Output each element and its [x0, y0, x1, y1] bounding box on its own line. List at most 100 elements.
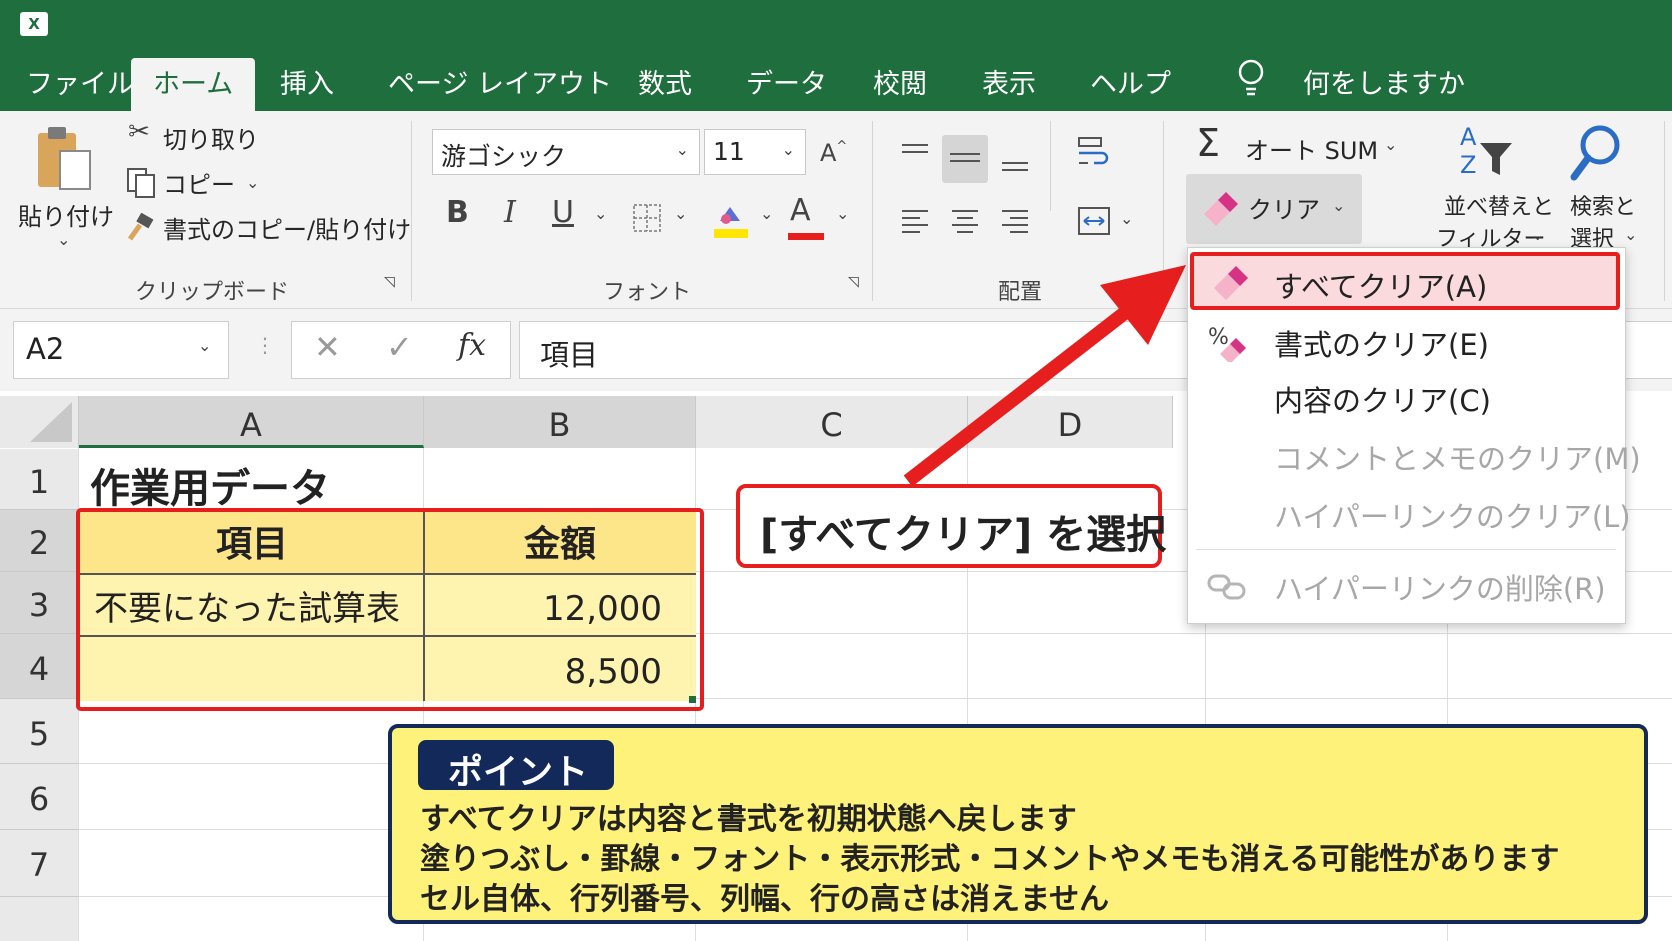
menu-item-clear-contents[interactable]: 内容のクリア(C) [1188, 370, 1625, 428]
tab-home[interactable]: ホーム [131, 58, 256, 111]
svg-text:A: A [1460, 123, 1477, 151]
tab-view[interactable]: 表示 [982, 58, 1036, 111]
format-painter-button[interactable]: 書式のコピー/貼り付け [163, 210, 411, 245]
font-name-combo[interactable]: 游ゴシック ⌄ [432, 129, 700, 175]
autosum-button[interactable]: オート SUM [1245, 131, 1378, 166]
font-color-swatch [788, 233, 824, 240]
sort-filter-chevron-icon[interactable]: ⌄ [1531, 225, 1544, 244]
name-box-chevron-icon[interactable]: ⌄ [198, 336, 211, 355]
clear-button-label: クリア [1248, 196, 1320, 224]
confirm-entry-icon[interactable]: ✓ [386, 328, 413, 366]
copy-dropdown-chevron-icon[interactable]: ⌄ [246, 173, 259, 192]
name-box[interactable]: A2 ⌄ [13, 321, 229, 379]
cell-a1[interactable]: 作業用データ [90, 456, 330, 514]
sort-filter-icon[interactable]: A Z [1458, 121, 1514, 181]
paste-icon[interactable] [36, 125, 94, 193]
magnifier-icon[interactable] [1568, 123, 1624, 183]
row-header-3[interactable]: 3 [0, 572, 78, 634]
row-header-2[interactable]: 2 [0, 510, 78, 572]
align-center-icon[interactable] [948, 207, 982, 237]
find-select-chevron-icon[interactable]: ⌄ [1624, 225, 1637, 244]
autosum-chevron-icon[interactable]: ⌄ [1384, 135, 1397, 154]
font-group-label: フォント [603, 280, 692, 305]
eraser-icon [1204, 192, 1238, 226]
font-size-combo[interactable]: 11 ⌄ [704, 129, 806, 175]
menu-item-clear-all[interactable]: すべてクリア(A) [1190, 252, 1620, 310]
copy-icon[interactable] [126, 167, 156, 199]
font-name-value: 游ゴシック [441, 142, 567, 171]
format-painter-icon[interactable] [124, 213, 156, 243]
select-all-triangle-icon [30, 402, 72, 442]
merge-center-chevron-icon[interactable]: ⌄ [1120, 209, 1133, 228]
select-all-corner[interactable] [0, 396, 79, 448]
clipboard-dialog-launcher-icon[interactable]: ◹ [384, 274, 395, 290]
menu-item-clear-hyperlinks: ハイパーリンクのクリア(L) [1188, 486, 1631, 544]
menu-item-clear-comments-label: コメントとメモのクリア(M) [1274, 442, 1641, 476]
group-separator [1050, 121, 1051, 211]
tab-insert[interactable]: 挿入 [280, 58, 334, 111]
menu-item-clear-comments: コメントとメモのクリア(M) [1188, 428, 1641, 486]
sort-filter-label-1[interactable]: 並べ替えと [1444, 189, 1554, 221]
tab-formulas[interactable]: 数式 [638, 58, 692, 111]
font-color-button[interactable]: A [790, 193, 811, 228]
ribbon-tab-bar: ファイル ホーム 挿入 ページ レイアウト 数式 データ 校閲 表示 ヘルプ 何… [0, 48, 1672, 111]
align-top-icon[interactable] [898, 141, 932, 171]
row-header-7[interactable]: 7 [0, 830, 78, 897]
increase-font-size-icon[interactable]: A^ [820, 139, 847, 167]
lightbulb-icon [1238, 59, 1264, 96]
align-middle-icon [950, 153, 980, 162]
fill-color-icon[interactable] [712, 199, 750, 239]
merge-center-icon[interactable] [1076, 205, 1112, 237]
tab-data[interactable]: データ [746, 58, 827, 111]
wrap-text-icon[interactable] [1076, 135, 1112, 169]
tab-review[interactable]: 校閲 [873, 58, 927, 111]
group-separator [1664, 121, 1665, 301]
copy-button[interactable]: コピー [163, 165, 235, 200]
column-header-b[interactable]: B [424, 396, 696, 448]
bold-button[interactable]: B [446, 195, 469, 230]
font-size-value: 11 [713, 137, 745, 166]
clipboard-group-label: クリップボード [135, 280, 290, 305]
borders-icon[interactable] [632, 203, 662, 233]
sigma-icon[interactable]: Σ [1196, 121, 1220, 165]
cancel-entry-icon[interactable]: ✕ [314, 328, 341, 366]
menu-item-remove-hyperlinks: ハイパーリンクの削除(R) [1188, 556, 1625, 616]
point-line-1: すべてクリアは内容と書式を初期状態へ戻します [420, 802, 1077, 837]
find-select-label-1[interactable]: 検索と [1570, 189, 1636, 221]
underline-button[interactable]: U [552, 195, 574, 230]
align-middle-button[interactable] [942, 135, 988, 183]
menu-item-remove-hyperlinks-label: ハイパーリンクの削除(R) [1274, 572, 1606, 606]
formula-input-value: 項目 [540, 338, 599, 372]
point-line-3: セル自体、行列番号、列幅、行の高さは消えません [420, 882, 1110, 917]
column-header-a[interactable]: A [79, 396, 424, 448]
tell-me-search[interactable]: 何をしますか [1303, 58, 1465, 111]
align-right-icon[interactable] [998, 207, 1032, 237]
scissors-icon[interactable]: ✂ [124, 117, 154, 147]
font-color-chevron-icon[interactable]: ⌄ [836, 204, 849, 223]
menu-separator [1196, 549, 1616, 550]
align-bottom-icon[interactable] [998, 141, 1032, 175]
menu-item-clear-formats[interactable]: % 書式のクリア(E) [1188, 312, 1625, 370]
clear-button[interactable]: クリア ⌄ [1186, 174, 1362, 244]
row-header-4[interactable]: 4 [0, 634, 78, 699]
row-header-6[interactable]: 6 [0, 764, 78, 830]
point-title: ポイント [448, 753, 589, 793]
underline-chevron-icon[interactable]: ⌄ [594, 204, 607, 223]
row-header-1[interactable]: 1 [0, 449, 78, 510]
paste-button-label[interactable]: 貼り付け [18, 197, 114, 232]
font-size-chevron-icon[interactable]: ⌄ [782, 140, 795, 159]
paste-dropdown-chevron-icon[interactable]: ⌄ [57, 230, 70, 249]
align-left-icon[interactable] [898, 207, 932, 237]
tab-help[interactable]: ヘルプ [1090, 58, 1171, 111]
tab-file[interactable]: ファイル [26, 58, 134, 111]
italic-button[interactable]: I [504, 195, 516, 230]
borders-chevron-icon[interactable]: ⌄ [674, 204, 687, 223]
fill-color-chevron-icon[interactable]: ⌄ [760, 204, 773, 223]
tab-page-layout[interactable]: ページ レイアウト [388, 58, 612, 111]
fill-handle[interactable] [689, 696, 696, 703]
row-header-5[interactable]: 5 [0, 699, 78, 764]
insert-function-button[interactable]: fx [458, 328, 486, 363]
font-name-chevron-icon[interactable]: ⌄ [676, 140, 689, 159]
cut-button[interactable]: 切り取り [163, 120, 259, 155]
font-dialog-launcher-icon[interactable]: ◹ [848, 274, 859, 290]
